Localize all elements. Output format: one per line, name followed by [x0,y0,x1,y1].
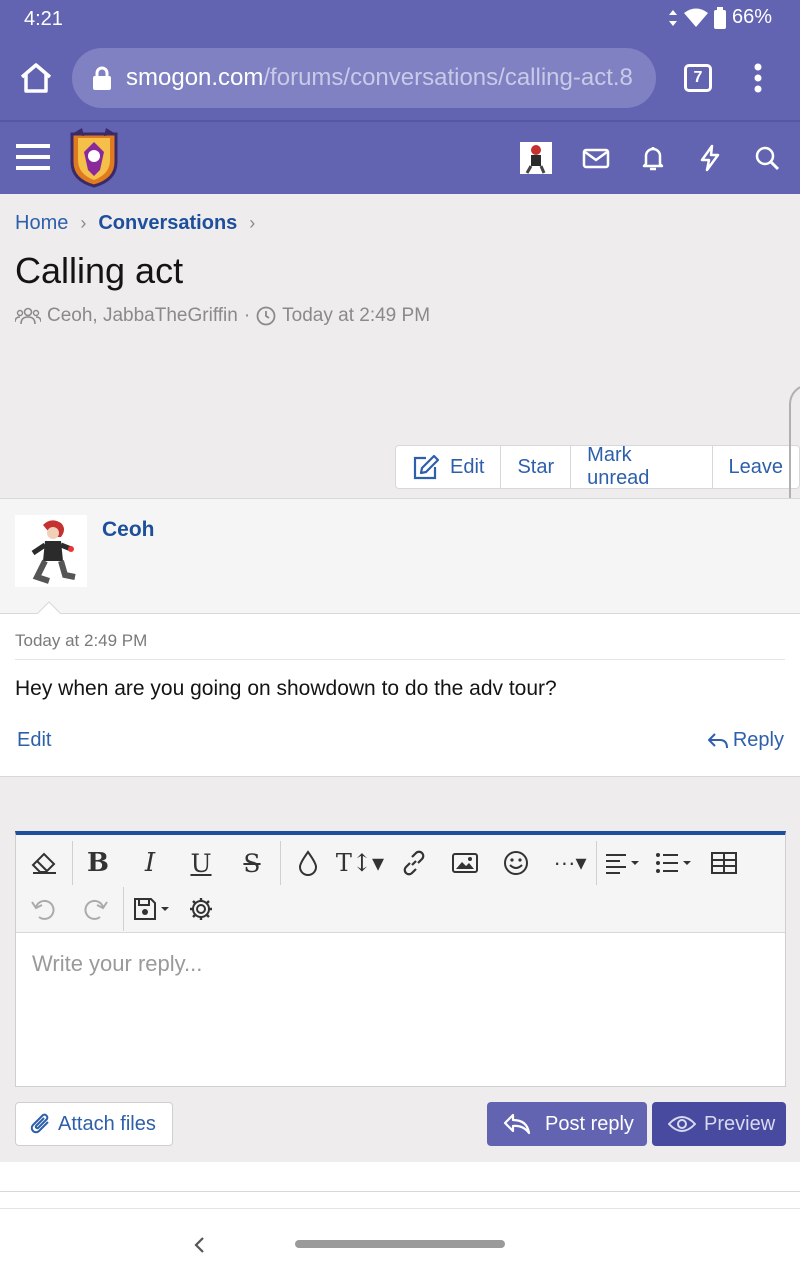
battery-level: 66% [731,6,772,28]
browser-toolbar: smogon.com/forums/conversations/calling-… [0,36,800,120]
conversation-meta: Ceoh, JabbaTheGriffin · Today at 2:49 PM [15,305,430,327]
align-icon[interactable] [604,847,644,879]
author-name[interactable]: Ceoh [102,518,155,542]
toolbar-divider [596,841,597,885]
lock-icon [93,66,111,90]
strikethrough-icon[interactable]: S [236,847,268,879]
lightning-icon[interactable] [696,144,724,172]
search-icon[interactable] [753,144,781,172]
more-options-icon[interactable]: ···▾ [550,847,590,879]
clock-icon [256,306,276,326]
participants[interactable]: Ceoh, JabbaTheGriffin [47,305,238,327]
status-time: 4:21 [24,8,63,30]
bold-icon[interactable]: B [82,847,114,879]
more-vert-icon[interactable] [748,62,768,94]
star-button[interactable]: Star [500,446,570,488]
text-color-icon[interactable] [292,847,324,879]
hamburger-menu-icon[interactable] [16,140,52,174]
font-size-icon[interactable]: T↕▾ [336,847,384,879]
url-domain: smogon.com [126,64,264,91]
edit-label: Edit [450,455,485,478]
message-edit-link[interactable]: Edit [17,729,51,752]
drafts-icon[interactable] [132,893,174,925]
eye-icon [668,1116,696,1132]
leave-button[interactable]: Leave [711,446,800,488]
message-date[interactable]: Today at 2:49 PM [15,631,147,651]
data-arrows-icon [668,9,677,26]
table-icon[interactable] [708,847,740,879]
reply-input[interactable]: Write your reply... [32,951,202,977]
divider [15,659,785,660]
reply-icon [503,1113,531,1135]
message-body: Today at 2:49 PM Hey when are you going … [0,614,800,776]
conversation-header: Home › Conversations › Calling act Ceoh,… [0,194,800,498]
page-footer-strip [0,1162,800,1192]
post-reply-button[interactable]: Post reply [487,1102,647,1146]
message-reply-button[interactable]: Reply [707,729,784,752]
conversation-date[interactable]: Today at 2:49 PM [282,305,430,327]
emoji-icon[interactable] [500,847,532,879]
mark-unread-button[interactable]: Mark unread [570,444,711,489]
toolbar-divider [72,841,73,885]
gear-icon[interactable] [185,893,217,925]
edit-button[interactable]: Edit [396,446,500,488]
toolbar-divider [280,841,281,885]
mail-icon[interactable] [582,144,610,172]
chevron-right-icon: › [249,213,256,233]
conversation-actions: Edit Star Mark unread Leave [395,444,800,489]
preview-label: Preview [704,1112,776,1135]
author-avatar[interactable] [15,515,87,587]
paperclip-icon [30,1113,49,1134]
preview-button[interactable]: Preview [652,1102,786,1146]
tab-switcher-button[interactable]: 7 [684,64,712,92]
underline-icon[interactable]: U [185,847,217,879]
home-icon[interactable] [18,60,54,96]
attach-files-label: Attach files [58,1112,156,1135]
editor-toolbar: B I U S T↕▾ ···▾ [16,835,785,933]
site-logo[interactable] [68,128,120,188]
address-bar[interactable]: smogon.com/forums/conversations/calling-… [72,48,656,108]
users-icon [15,307,41,325]
link-icon[interactable] [398,847,430,879]
url-path: /forums/conversations/calling-act.8 [263,64,633,91]
user-avatar[interactable] [520,142,552,174]
eraser-icon[interactable] [28,847,60,879]
page-title: Calling act [15,250,184,291]
redo-icon[interactable] [79,893,111,925]
reply-icon [707,732,728,748]
edit-icon [413,454,440,480]
message-pointer [36,601,62,615]
site-header [0,120,800,194]
italic-icon[interactable]: I [134,847,166,879]
battery-icon [713,6,726,29]
message-header: Ceoh [0,498,800,614]
reply-editor: B I U S T↕▾ ···▾ Write your reply... [15,831,786,1087]
url-text: smogon.com/forums/conversations/calling-… [126,64,633,92]
image-icon[interactable] [449,847,481,879]
toolbar-divider [123,887,124,931]
breadcrumb-conversations[interactable]: Conversations [98,212,237,235]
wifi-icon [683,8,708,27]
bell-icon[interactable] [639,144,667,172]
list-icon[interactable] [654,847,696,879]
breadcrumb-home[interactable]: Home [15,212,68,235]
breadcrumb: Home › Conversations › [15,212,267,235]
reply-label: Reply [732,729,784,751]
home-gesture-pill[interactable] [295,1240,505,1248]
status-bar: 4:21 66% [0,0,800,36]
reply-area: B I U S T↕▾ ···▾ Write your reply... Att… [0,776,800,1162]
message-text: Hey when are you going on showdown to do… [15,677,557,700]
post-reply-label: Post reply [545,1112,634,1135]
back-chevron-icon[interactable] [190,1235,210,1255]
attach-files-button[interactable]: Attach files [15,1102,173,1146]
status-indicators: 66% [668,6,772,29]
meta-separator: · [243,305,251,326]
chevron-right-icon: › [80,213,87,233]
undo-icon[interactable] [28,893,60,925]
system-nav-bar [0,1208,800,1280]
